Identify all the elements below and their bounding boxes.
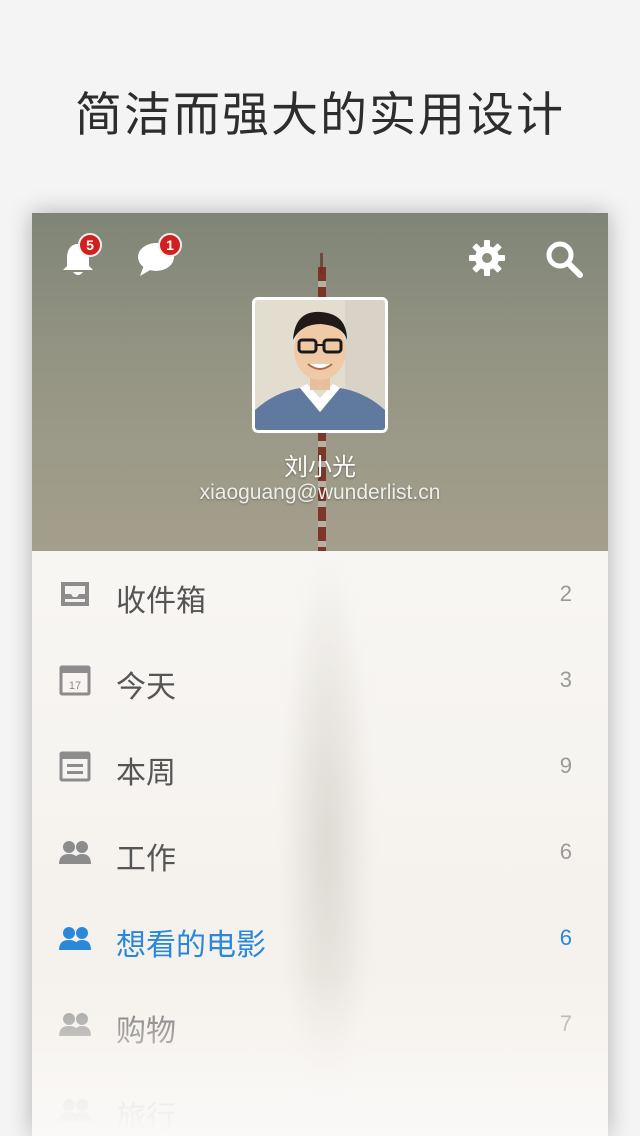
search-button[interactable]	[544, 239, 584, 279]
list-item-label: 工作	[116, 842, 176, 877]
list-item-label: 今天	[116, 670, 176, 705]
list-item-label: 收件箱	[116, 584, 206, 619]
list-item-count: 7	[559, 1011, 572, 1036]
profile-photo	[255, 300, 385, 430]
avatar[interactable]	[252, 297, 388, 433]
messages-button[interactable]: 1	[136, 233, 182, 279]
list-item-label: 本周	[116, 756, 176, 791]
settings-button[interactable]	[468, 239, 506, 277]
list-item-inbox[interactable]: 收件箱 2	[32, 551, 608, 637]
shared-list-icon	[59, 927, 91, 950]
gear-icon	[469, 240, 505, 276]
list-item-count: 6	[559, 925, 572, 950]
search-icon	[546, 241, 583, 278]
list-item-shopping[interactable]: 购物 7	[32, 981, 608, 1067]
notifications-button[interactable]: 5	[58, 233, 102, 279]
shared-list-icon	[59, 1099, 91, 1122]
app-screen: 5 1 刘小光 xiaoguang@wunderlist.cn 收件箱 2 17…	[32, 213, 608, 1136]
page-headline: 简洁而强大的实用设计	[75, 88, 565, 143]
calendar-icon-day: 17	[69, 680, 81, 692]
week-icon	[59, 751, 91, 782]
list-item-count: 9	[559, 753, 572, 778]
list-item-label: 想看的电影	[116, 928, 266, 963]
list-item-movies[interactable]: 想看的电影 6	[32, 895, 608, 981]
calendar-icon: 17	[59, 665, 91, 696]
user-email: xiaoguang@wunderlist.cn	[199, 481, 441, 504]
lists-menu: 收件箱 2 17 今天 3 本周 9 工作 6 想看的电影 6 购物 7 旅行	[32, 551, 608, 1136]
list-item-count: 3	[559, 667, 572, 692]
list-item-travel[interactable]: 旅行	[32, 1067, 608, 1136]
notifications-badge: 5	[78, 233, 102, 257]
list-item-today[interactable]: 17 今天 3	[32, 637, 608, 723]
list-item-work[interactable]: 工作 6	[32, 809, 608, 895]
shared-list-icon	[59, 841, 91, 864]
list-item-week[interactable]: 本周 9	[32, 723, 608, 809]
messages-badge: 1	[158, 233, 182, 257]
list-item-count: 6	[559, 839, 572, 864]
profile-header: 5 1 刘小光 xiaoguang@wunderlist.cn	[32, 213, 608, 551]
list-item-count: 2	[559, 581, 572, 606]
user-name: 刘小光	[284, 453, 356, 481]
inbox-icon	[61, 582, 89, 606]
list-item-label: 购物	[116, 1014, 176, 1049]
shared-list-icon	[59, 1013, 91, 1036]
list-item-label: 旅行	[116, 1100, 176, 1135]
